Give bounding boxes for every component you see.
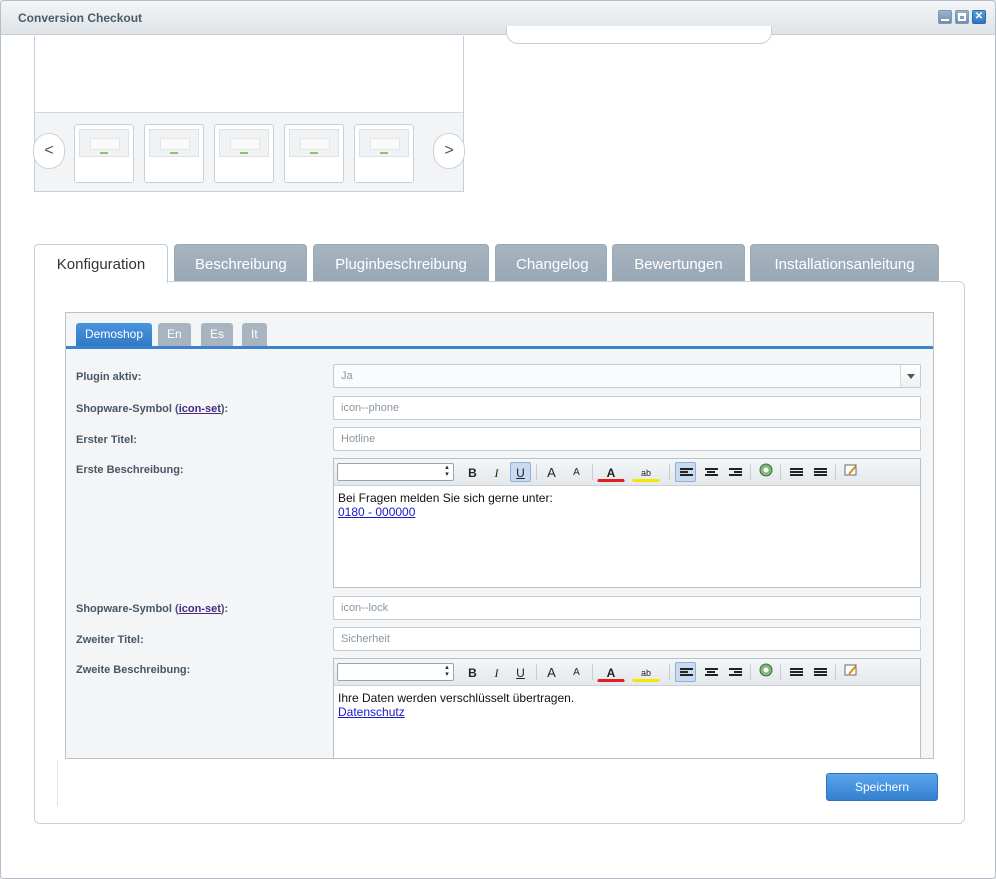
italic-button[interactable]: I xyxy=(486,462,507,482)
window-titlebar[interactable]: Conversion Checkout ✕ xyxy=(1,1,995,35)
gallery-next-button[interactable]: > xyxy=(433,133,465,169)
font-size-select[interactable] xyxy=(337,463,454,481)
gallery-prev-button[interactable]: < xyxy=(33,133,65,169)
shop-tabs: Demoshop En Es It xyxy=(66,313,933,349)
bold-button[interactable]: B xyxy=(462,462,483,482)
font-color-icon[interactable]: A xyxy=(597,462,625,482)
desc1-text: Bei Fragen melden Sie sich gerne unter: xyxy=(338,491,553,505)
underline-button[interactable]: U xyxy=(510,462,531,482)
symbol2-input[interactable]: icon--lock xyxy=(333,596,921,620)
tab-it[interactable]: It xyxy=(242,323,267,346)
align-right-icon[interactable] xyxy=(724,662,745,682)
shrink-font-button[interactable]: A xyxy=(566,662,587,682)
desc2-link[interactable]: Datenschutz xyxy=(338,705,916,719)
shrink-font-button[interactable]: A xyxy=(566,462,587,482)
font-size-select[interactable] xyxy=(337,663,454,681)
desc1-editor: B I U A A A ab xyxy=(333,458,921,588)
tab-pluginbeschreibung[interactable]: Pluginbeschreibung xyxy=(313,244,489,282)
thumbnail[interactable] xyxy=(284,124,344,183)
desc1-link[interactable]: 0180 - 000000 xyxy=(338,505,916,519)
icon-set-link[interactable]: icon-set xyxy=(179,403,221,415)
title1-label: Erster Titel: xyxy=(76,434,137,446)
title2-label: Zweiter Titel: xyxy=(76,634,144,646)
editor-toolbar: B I U A A A ab xyxy=(334,459,920,486)
plugin-active-value: Ja xyxy=(341,370,353,382)
desc2-editor: B I U A A A ab xyxy=(333,658,921,758)
plugin-active-label: Plugin aktiv: xyxy=(76,371,142,383)
plugin-window: Conversion Checkout ✕ < > Konfiguration … xyxy=(0,0,996,879)
align-center-icon[interactable] xyxy=(700,462,721,482)
tab-beschreibung[interactable]: Beschreibung xyxy=(174,244,307,282)
symbol2-label: Shopware-Symbol (icon-set): xyxy=(76,603,229,615)
minimize-icon[interactable] xyxy=(938,10,952,24)
italic-button[interactable]: I xyxy=(486,662,507,682)
close-icon[interactable]: ✕ xyxy=(972,10,986,24)
highlight-color-icon[interactable]: ab xyxy=(632,662,660,682)
thumbnail[interactable] xyxy=(354,124,414,183)
link-icon[interactable] xyxy=(755,662,776,682)
source-edit-icon[interactable] xyxy=(840,662,861,682)
desc2-content[interactable]: Ihre Daten werden verschlüsselt übertrag… xyxy=(334,687,920,723)
tab-konfiguration[interactable]: Konfiguration xyxy=(34,244,168,283)
window-title: Conversion Checkout xyxy=(18,11,143,25)
tab-es[interactable]: Es xyxy=(201,323,234,346)
bold-button[interactable]: B xyxy=(462,662,483,682)
tab-bewertungen[interactable]: Bewertungen xyxy=(612,244,745,282)
align-center-icon[interactable] xyxy=(700,662,721,682)
maximize-icon[interactable] xyxy=(955,10,969,24)
numbered-list-icon[interactable] xyxy=(785,462,806,482)
bullet-list-icon[interactable] xyxy=(809,662,830,682)
icon-set-link[interactable]: icon-set xyxy=(179,603,221,615)
underline-button[interactable]: U xyxy=(510,662,531,682)
align-left-icon[interactable] xyxy=(675,662,696,682)
link-icon[interactable] xyxy=(755,462,776,482)
align-left-icon[interactable] xyxy=(675,462,696,482)
tab-demoshop[interactable]: Demoshop xyxy=(76,323,153,346)
desc2-text: Ihre Daten werden verschlüsselt übertrag… xyxy=(338,691,575,705)
search-field-partial[interactable] xyxy=(506,26,772,44)
align-right-icon[interactable] xyxy=(724,462,745,482)
desc2-label: Zweite Beschreibung: xyxy=(76,664,191,676)
detail-tabs: Konfiguration Beschreibung Pluginbeschre… xyxy=(34,244,964,283)
plugin-active-select[interactable]: Ja xyxy=(333,364,921,388)
symbol1-input[interactable]: icon--phone xyxy=(333,396,921,420)
font-color-icon[interactable]: A xyxy=(597,662,625,682)
screenshot-gallery: < > xyxy=(33,36,465,192)
tab-changelog[interactable]: Changelog xyxy=(495,244,607,282)
title1-input[interactable]: Hotline xyxy=(333,427,921,451)
desc1-label: Erste Beschreibung: xyxy=(76,464,184,476)
editor-toolbar: B I U A A A ab xyxy=(334,659,920,686)
tab-en[interactable]: En xyxy=(158,323,191,346)
thumbnail-strip: < > xyxy=(33,112,465,191)
grow-font-button[interactable]: A xyxy=(541,462,562,482)
highlight-color-icon[interactable]: ab xyxy=(632,462,660,482)
thumbnail[interactable] xyxy=(214,124,274,183)
source-edit-icon[interactable] xyxy=(840,462,861,482)
form-actions: Speichern xyxy=(57,760,938,806)
grow-font-button[interactable]: A xyxy=(541,662,562,682)
chevron-down-icon[interactable] xyxy=(900,365,920,387)
tab-installationsanleitung[interactable]: Installationsanleitung xyxy=(750,244,939,282)
configuration-panel: Demoshop En Es It Plugin aktiv: Ja Shopw… xyxy=(34,281,965,824)
window-content: < > Konfiguration Beschreibung Pluginbes… xyxy=(1,26,995,878)
save-button[interactable]: Speichern xyxy=(826,773,938,801)
numbered-list-icon[interactable] xyxy=(785,662,806,682)
symbol1-label: Shopware-Symbol (icon-set): xyxy=(76,403,229,415)
thumbnail[interactable] xyxy=(144,124,204,183)
thumbnail[interactable] xyxy=(74,124,134,183)
bullet-list-icon[interactable] xyxy=(809,462,830,482)
config-form: Demoshop En Es It Plugin aktiv: Ja Shopw… xyxy=(65,312,934,759)
desc1-content[interactable]: Bei Fragen melden Sie sich gerne unter: … xyxy=(334,487,920,523)
title2-input[interactable]: Sicherheit xyxy=(333,627,921,651)
